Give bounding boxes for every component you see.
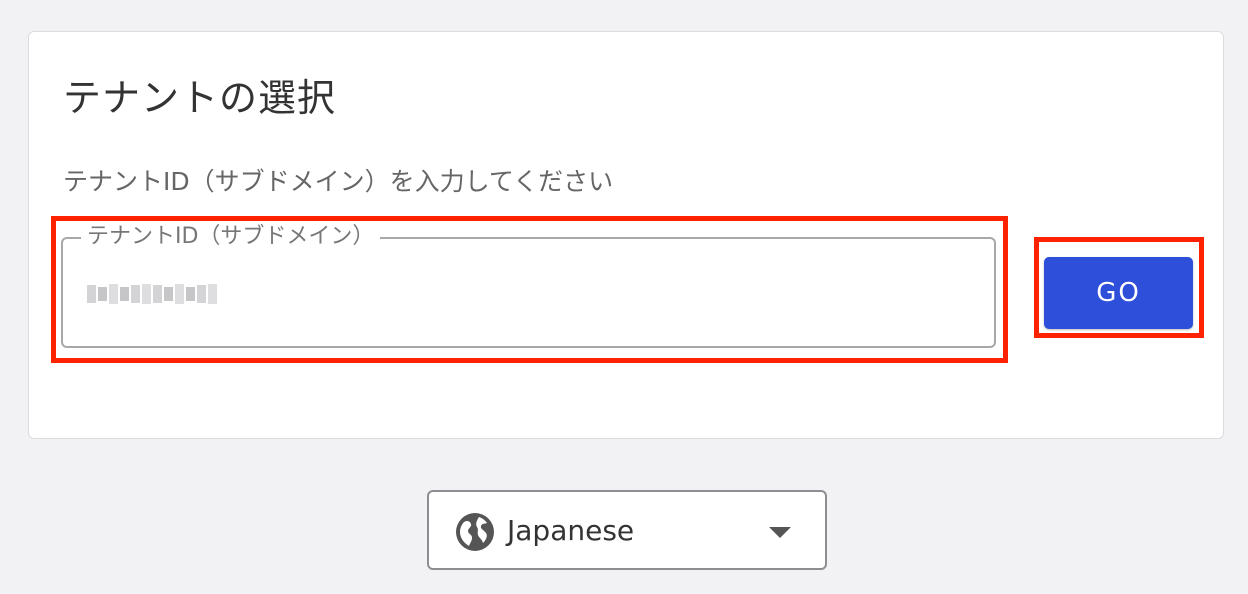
tenant-id-input[interactable] xyxy=(85,271,965,315)
chevron-down-icon xyxy=(769,527,791,538)
card-title: テナントの選択 xyxy=(63,76,337,120)
tenant-id-field[interactable]: テナントID（サブドメイン） xyxy=(61,223,996,348)
card-description: テナントID（サブドメイン）を入力してください xyxy=(63,167,614,196)
globe-icon xyxy=(456,513,494,551)
language-label: Japanese xyxy=(507,514,635,547)
language-select[interactable]: Japanese xyxy=(427,490,827,570)
go-button[interactable]: GO xyxy=(1044,257,1193,329)
tenant-id-field-label: テナントID（サブドメイン） xyxy=(81,223,381,251)
